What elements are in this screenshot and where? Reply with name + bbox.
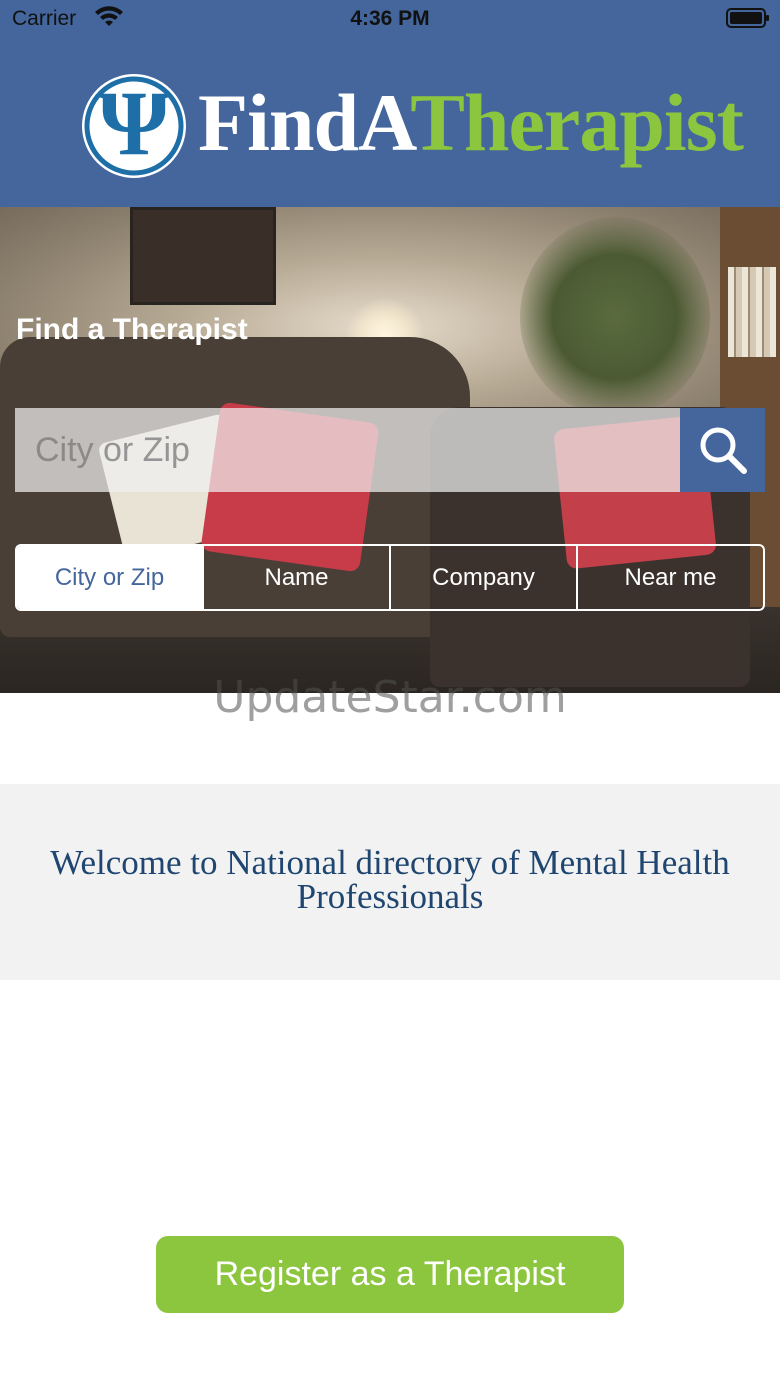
search-type-selector: City or Zip Name Company Near me: [15, 544, 765, 611]
svg-text:Ψ: Ψ: [98, 72, 170, 174]
app-header: Carrier 4:36 PM Ψ FindATherapist: [0, 0, 780, 207]
welcome-text: Welcome to National directory of Mental …: [50, 843, 730, 916]
clock: 4:36 PM: [350, 7, 430, 30]
welcome-banner: Welcome to National directory of Mental …: [0, 784, 780, 980]
search-button[interactable]: [680, 408, 765, 492]
tab-near-me[interactable]: Near me: [576, 546, 763, 609]
tab-company[interactable]: Company: [389, 546, 576, 609]
battery-icon: [726, 8, 769, 28]
search-icon: [700, 427, 747, 474]
register-therapist-button[interactable]: Register as a Therapist: [156, 1236, 624, 1313]
search-input[interactable]: [15, 408, 680, 492]
watermark: UpdateStar.com: [213, 672, 567, 723]
findatherapist-logo: Ψ FindATherapist: [78, 68, 744, 184]
tab-name[interactable]: Name: [202, 546, 389, 609]
hero-title: Find a Therapist: [16, 313, 248, 346]
hero-section: Find a Therapist City or Zip Name Compan…: [0, 207, 780, 693]
tab-city-or-zip[interactable]: City or Zip: [17, 546, 202, 609]
logo-wordmark: FindATherapist: [198, 77, 744, 168]
psi-logo-icon: Ψ: [82, 72, 186, 178]
status-bar: Carrier 4:36 PM: [0, 0, 780, 40]
